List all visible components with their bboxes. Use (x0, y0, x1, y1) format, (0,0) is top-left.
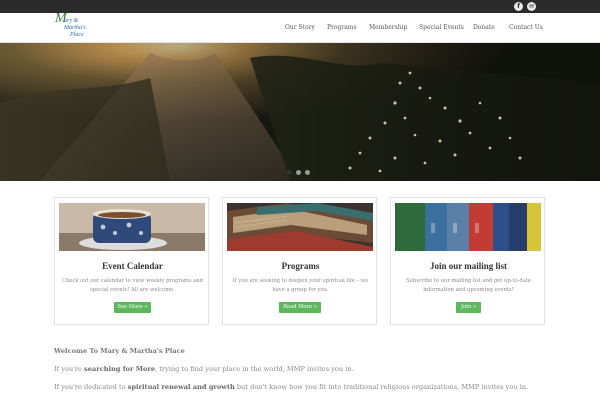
welcome-paragraph-1: If you're searching for More, trying to … (54, 365, 354, 373)
email-icon[interactable]: ✉ (527, 2, 536, 11)
facebook-icon[interactable]: f (514, 2, 523, 11)
slider-dot-3[interactable] (305, 170, 310, 175)
top-bar (0, 0, 600, 13)
slider-dot-1[interactable] (287, 170, 292, 175)
logo-text: M ary & Martha's Place (55, 12, 87, 40)
logo-line-2: Martha's (64, 25, 86, 31)
nav-item-membership[interactable]: Membership (369, 13, 407, 43)
logo-line-1: ary & (64, 18, 79, 24)
hero-image (0, 43, 600, 181)
books-image (227, 203, 373, 251)
join-button[interactable]: Join » (456, 302, 481, 313)
read-more-button[interactable]: Read More » (279, 302, 321, 313)
welcome-paragraph-2: If you're dedicated to spiritual renewal… (54, 383, 529, 391)
programs-card: Programs If you are seeking to deepen yo… (222, 197, 377, 325)
nav-item-donate[interactable]: Donate (473, 13, 495, 43)
card-title: Join our mailing list (429, 261, 508, 271)
card-title: Event Calendar (102, 261, 163, 271)
card-title: Programs (281, 261, 320, 271)
see-more-button[interactable]: See More » (114, 302, 151, 313)
nav-item-special-events[interactable]: Special Events (419, 13, 464, 43)
mailing-list-card: Join our mailing list Subscribe to our m… (390, 197, 545, 325)
mailboxes-image (395, 203, 541, 251)
welcome-heading: Welcome To Mary & Martha's Place (54, 347, 185, 355)
nav-item-programs[interactable]: Programs (327, 13, 357, 43)
card-text: Subscribe to our mailing list and get up… (406, 278, 531, 293)
hero-slider[interactable] (0, 43, 600, 181)
teacup-image (59, 203, 205, 251)
site-header: M ary & Martha's Place Our Story Program… (0, 12, 600, 43)
event-calendar-card: Event Calendar Check out our calendar to… (54, 197, 209, 325)
nav-item-our-story[interactable]: Our Story (285, 13, 315, 43)
card-text: Check out our calendar to view weekly pr… (62, 278, 203, 293)
nav-item-contact-us[interactable]: Contact Us (509, 13, 543, 43)
slider-dot-2[interactable] (296, 170, 301, 175)
card-text: If you are seeking to deepen your spirit… (232, 278, 369, 293)
site-logo[interactable]: M ary & Martha's Place (55, 12, 87, 40)
logo-line-3: Place (70, 32, 84, 38)
